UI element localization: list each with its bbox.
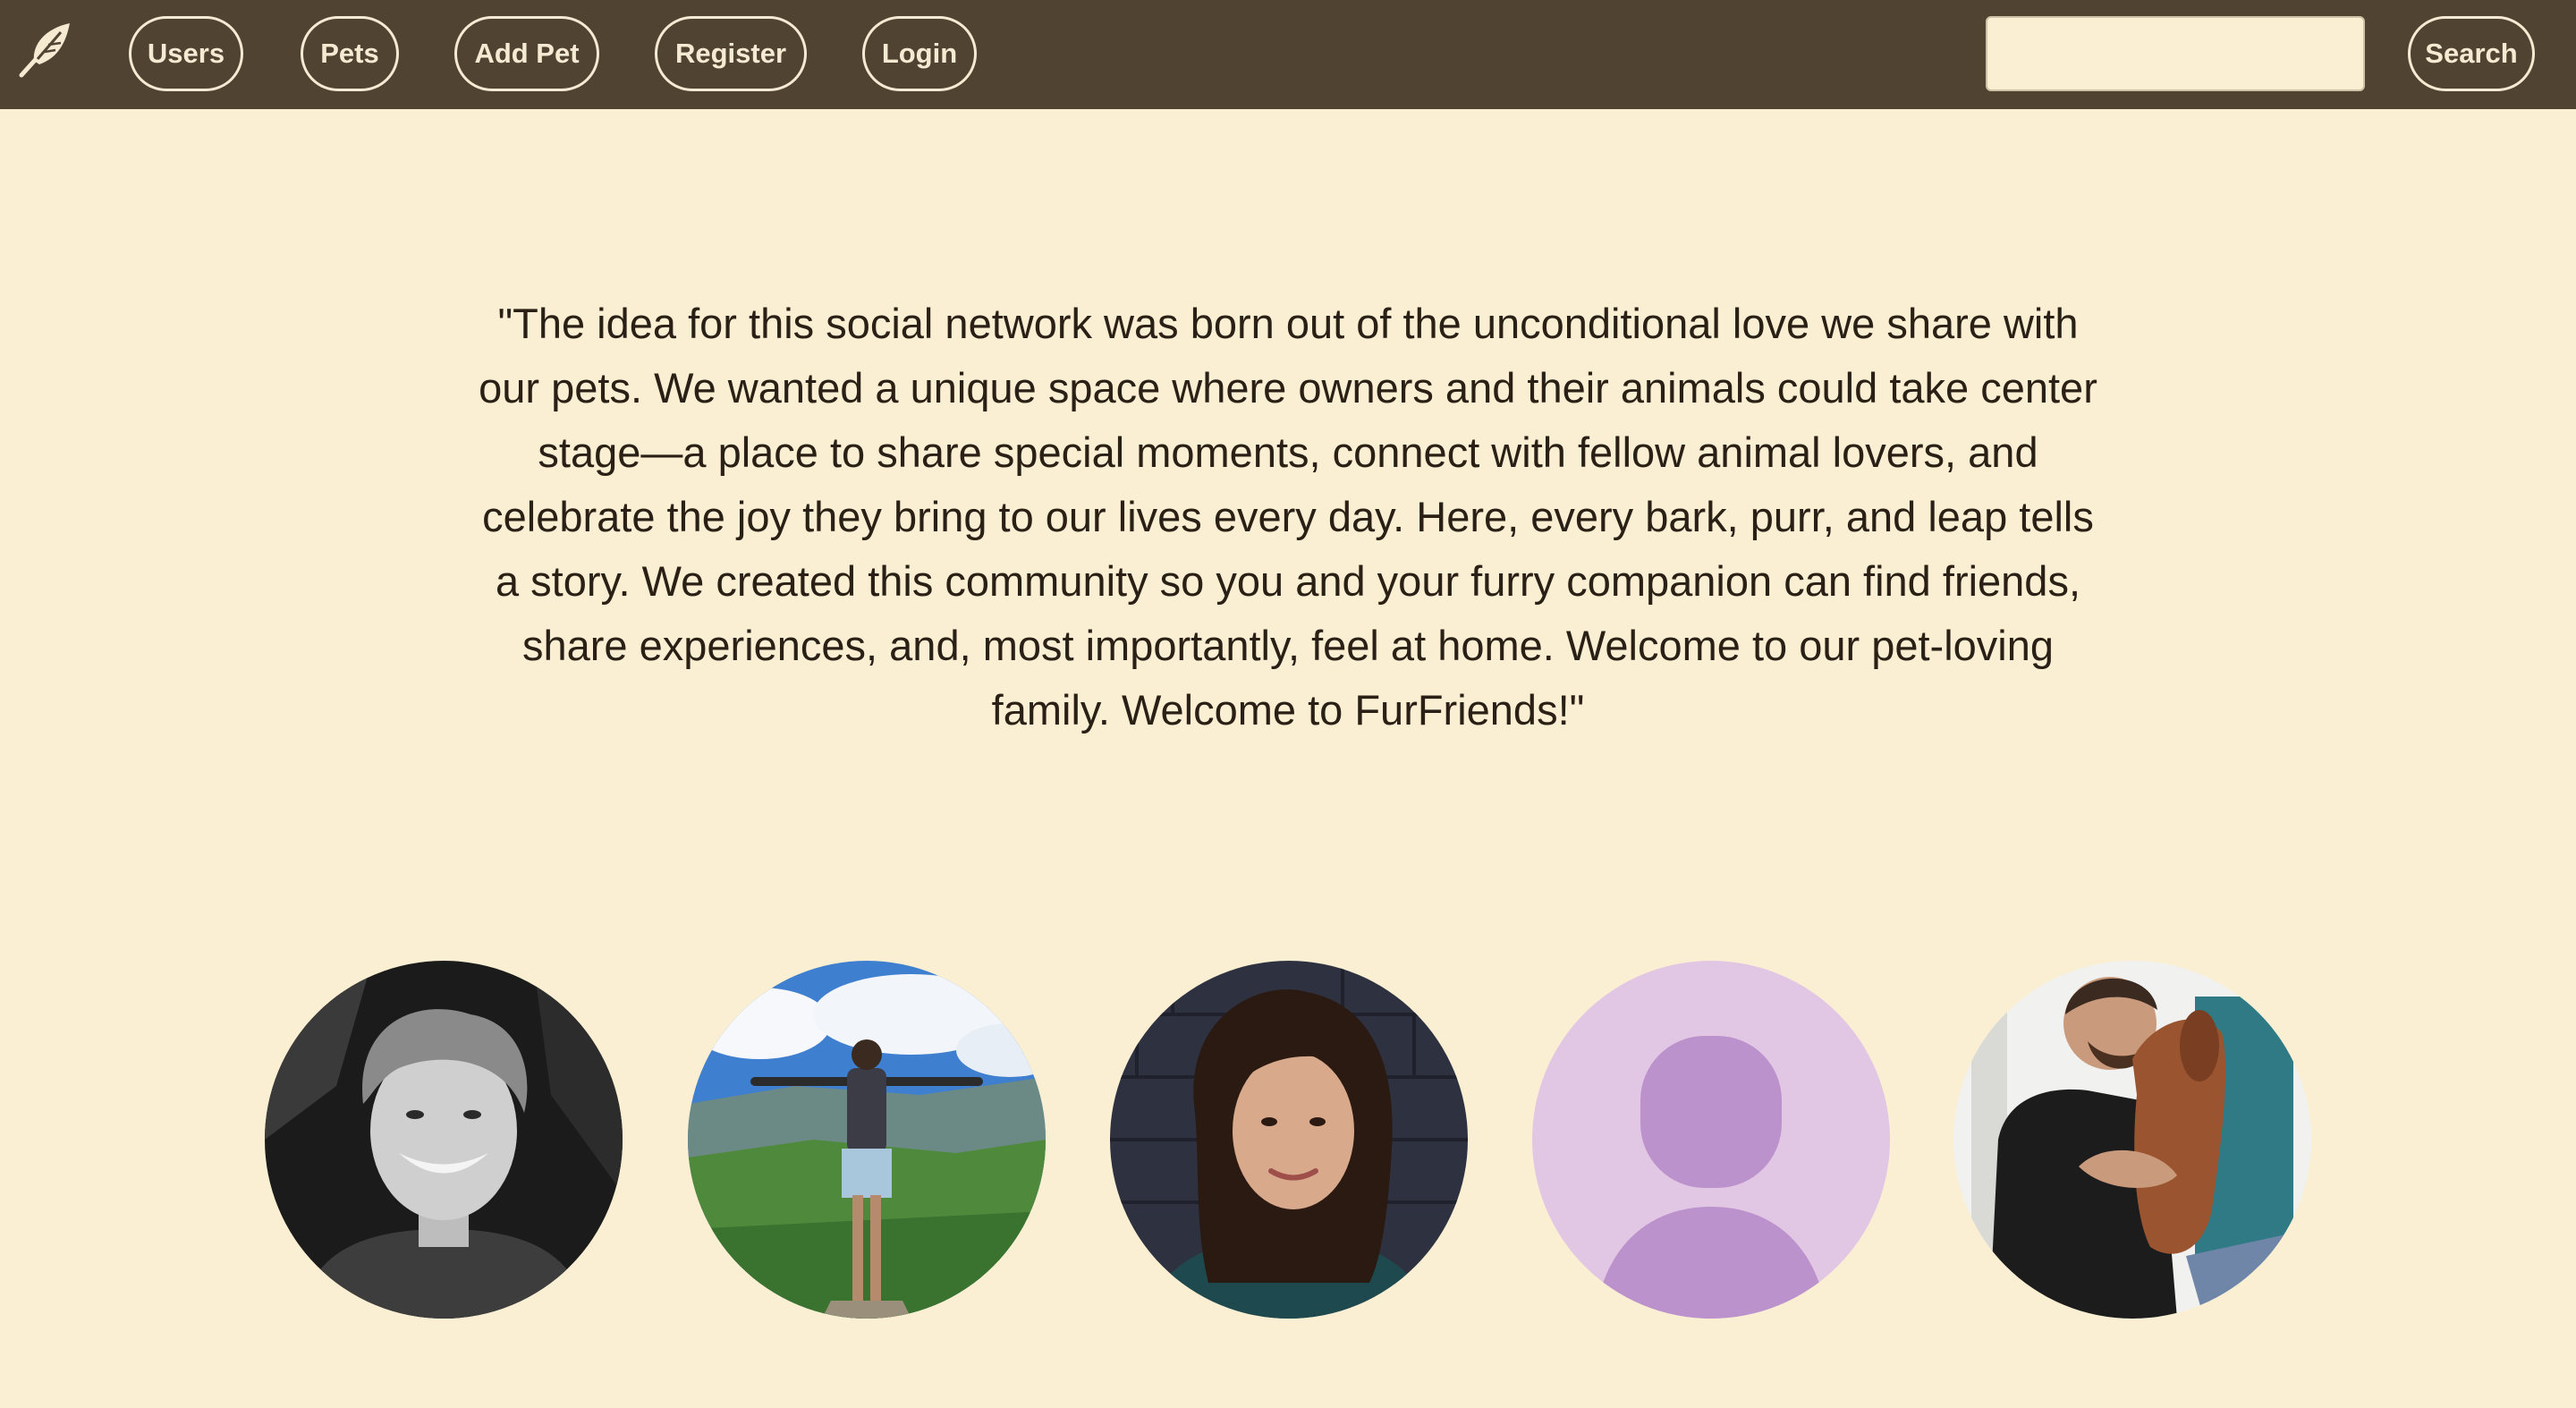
intro-quote: "The idea for this social network was bo… [479,300,2097,734]
user-avatar-1[interactable] [265,961,623,1319]
search-input[interactable] [1986,16,2365,91]
user-avatar-5[interactable] [1953,961,2311,1319]
search-button[interactable]: Search [2408,16,2535,91]
nav-login-button[interactable]: Login [862,16,977,91]
nav-users-button[interactable]: Users [129,16,243,91]
nav-pets-button[interactable]: Pets [301,16,399,91]
user-avatar-2[interactable] [688,961,1046,1319]
default-avatar-icon[interactable] [1532,961,1890,1319]
nav-register-button[interactable]: Register [655,16,807,91]
feather-icon[interactable] [14,18,77,81]
nav-add-pet-button[interactable]: Add Pet [454,16,599,91]
navbar: Users Pets Add Pet Register Login Search [0,0,2576,109]
user-avatar-3[interactable] [1110,961,1468,1319]
